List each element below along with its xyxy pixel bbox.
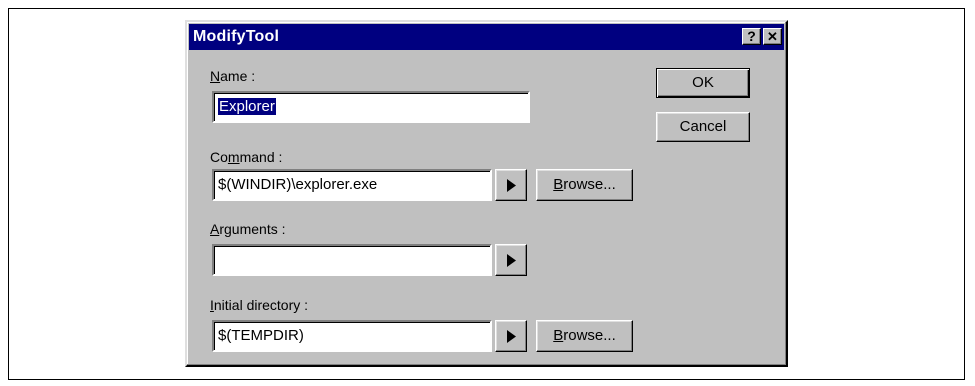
name-label-rest: ame : bbox=[220, 68, 256, 84]
initial-directory-input[interactable]: $(TEMPDIR) bbox=[212, 320, 492, 352]
command-input[interactable]: $(WINDIR)\explorer.exe bbox=[212, 169, 492, 201]
browse-accel: B bbox=[553, 327, 564, 344]
initial-directory-browse-button[interactable]: Browse... bbox=[536, 320, 633, 352]
arguments-input[interactable] bbox=[212, 244, 492, 276]
title-bar: ModifyTool ? ✕ bbox=[189, 24, 784, 50]
command-label-accel: m bbox=[227, 149, 240, 165]
initial-directory-label: Initial directory : bbox=[210, 297, 308, 313]
command-label: Command : bbox=[210, 149, 282, 165]
command-insert-button[interactable] bbox=[495, 169, 527, 201]
name-input-value: Explorer bbox=[218, 98, 276, 115]
arguments-insert-button[interactable] bbox=[495, 244, 527, 276]
browse-accel: B bbox=[553, 176, 564, 193]
close-button[interactable]: ✕ bbox=[763, 28, 782, 45]
name-label: Name : bbox=[210, 68, 255, 84]
command-browse-button[interactable]: Browse... bbox=[536, 169, 633, 201]
right-triangle-icon bbox=[507, 179, 516, 192]
right-triangle-icon bbox=[507, 330, 516, 343]
initial-directory-label-rest: nitial directory : bbox=[213, 297, 309, 313]
arguments-label-accel: A bbox=[210, 221, 220, 237]
command-label-pre: Co bbox=[210, 149, 228, 165]
dialog-title: ModifyTool bbox=[193, 28, 280, 45]
command-label-rest: mand : bbox=[239, 149, 283, 165]
name-label-accel: N bbox=[210, 68, 221, 84]
initial-directory-insert-button[interactable] bbox=[495, 320, 527, 352]
help-button[interactable]: ? bbox=[742, 28, 761, 45]
name-input[interactable]: Explorer bbox=[212, 91, 530, 123]
browse-rest: rowse... bbox=[563, 327, 616, 344]
cancel-button[interactable]: Cancel bbox=[656, 112, 750, 142]
modify-tool-dialog: ModifyTool ? ✕ Name : Explorer OK Cancel… bbox=[185, 20, 788, 367]
right-triangle-icon bbox=[507, 254, 516, 267]
ok-button[interactable]: OK bbox=[656, 68, 750, 98]
browse-rest: rowse... bbox=[563, 176, 616, 193]
arguments-label: Arguments : bbox=[210, 221, 285, 237]
arguments-label-rest: rguments : bbox=[219, 221, 286, 237]
